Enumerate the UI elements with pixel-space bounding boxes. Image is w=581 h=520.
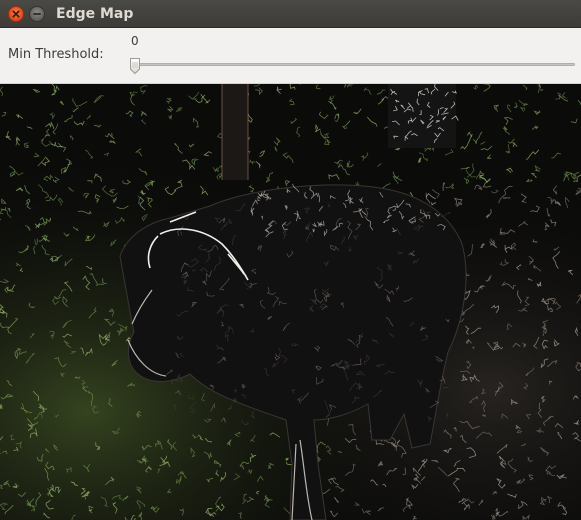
post-shape <box>222 84 248 180</box>
min-threshold-label: Min Threshold: <box>8 47 104 62</box>
trackbar-panel: Min Threshold: 0 <box>0 28 581 84</box>
title-bar[interactable]: Edge Map <box>0 0 581 28</box>
edge-stroke <box>502 197 511 199</box>
edge-map-window: Edge Map Min Threshold: 0 <box>0 0 581 520</box>
min-threshold-slider-handle[interactable] <box>129 57 141 75</box>
window-title: Edge Map <box>56 6 134 22</box>
minimize-icon <box>33 13 41 15</box>
close-icon <box>12 10 20 18</box>
min-threshold-value: 0 <box>131 34 139 48</box>
min-threshold-slider-track[interactable] <box>132 63 575 66</box>
edge-map-canvas <box>0 84 581 520</box>
close-button[interactable] <box>8 6 24 22</box>
minimize-button[interactable] <box>29 6 45 22</box>
edge-map-image <box>0 84 581 520</box>
sign-shape <box>388 84 456 148</box>
